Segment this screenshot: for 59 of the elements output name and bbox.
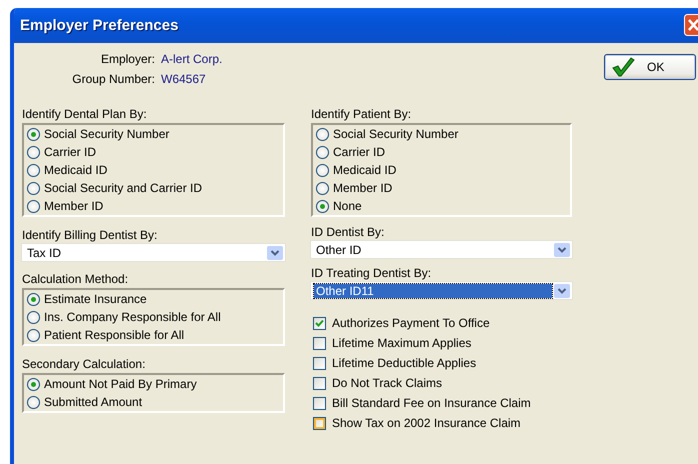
- radio-label[interactable]: Medicaid ID: [44, 163, 108, 177]
- radio-button[interactable]: [316, 164, 329, 176]
- radio-label[interactable]: Estimate Insurance: [44, 292, 147, 306]
- checkmark-icon: [611, 57, 635, 77]
- checkbox-label[interactable]: Lifetime Deductible Applies: [332, 356, 476, 370]
- radio-label[interactable]: Carrier ID: [44, 145, 96, 159]
- radio-button[interactable]: [316, 146, 329, 158]
- checkbox-label[interactable]: Bill Standard Fee on Insurance Claim: [332, 396, 531, 410]
- checkbox-label[interactable]: Authorizes Payment To Office: [332, 316, 490, 330]
- group-label: Identify Dental Plan By:: [22, 107, 148, 122]
- radio-label[interactable]: Member ID: [333, 181, 392, 195]
- window-title: Employer Preferences: [19, 17, 178, 34]
- dropdown[interactable]: Other ID: [311, 241, 572, 258]
- radio-label[interactable]: None: [333, 199, 362, 213]
- radio-label[interactable]: Amount Not Paid By Primary: [44, 377, 197, 391]
- radio-button[interactable]: [27, 164, 40, 176]
- radio-label[interactable]: Submitted Amount: [44, 395, 142, 409]
- radio-button[interactable]: [316, 182, 329, 194]
- checkbox-label[interactable]: Show Tax on 2002 Insurance Claim: [332, 416, 521, 430]
- radio-label[interactable]: Carrier ID: [333, 145, 386, 159]
- dropdown[interactable]: Tax ID: [22, 244, 285, 261]
- field-label: Group Number:: [71, 72, 155, 86]
- radio-button[interactable]: [27, 310, 40, 324]
- checkbox-label[interactable]: Do Not Track Claims: [332, 376, 442, 390]
- ok-button[interactable]: OK: [604, 54, 696, 80]
- dropdown-label: ID Dentist By:: [311, 225, 386, 240]
- radio-button[interactable]: [27, 396, 40, 408]
- radio-button[interactable]: [27, 378, 40, 390]
- checkbox[interactable]: [313, 356, 326, 370]
- radio-label[interactable]: Social Security Number: [333, 127, 458, 141]
- radio-button[interactable]: [316, 128, 329, 140]
- checkbox[interactable]: [313, 316, 326, 330]
- radio-label[interactable]: Patient Responsible for All: [44, 328, 184, 342]
- group-label: Calculation Method:: [22, 272, 130, 287]
- checkbox[interactable]: [313, 396, 326, 410]
- group-label: Secondary Calculation:: [22, 357, 146, 372]
- radio-button[interactable]: [316, 200, 329, 212]
- radio-label[interactable]: Medicaid ID: [333, 163, 396, 177]
- checkbox[interactable]: [313, 376, 326, 390]
- dropdown-label: ID Treating Dentist By:: [311, 266, 432, 281]
- radio-button[interactable]: [27, 292, 40, 306]
- radio-button[interactable]: [27, 128, 40, 140]
- radio-label[interactable]: Ins. Company Responsible for All: [44, 310, 221, 324]
- field-value: A-lert Corp.: [161, 52, 224, 66]
- radio-button[interactable]: [27, 200, 40, 212]
- radio-button[interactable]: [27, 182, 40, 194]
- dropdown-label: Identify Billing Dentist By:: [22, 228, 158, 243]
- checkbox[interactable]: [313, 336, 326, 350]
- field-value: W64567: [161, 72, 207, 86]
- checkbox-label[interactable]: Lifetime Maximum Applies: [332, 336, 472, 350]
- close-icon[interactable]: [684, 14, 698, 36]
- dropdown[interactable]: Other ID11: [311, 282, 572, 299]
- radio-label[interactable]: Member ID: [44, 199, 104, 213]
- radio-label[interactable]: Social Security Number: [44, 127, 170, 141]
- field-label: Employer:: [100, 52, 155, 66]
- group-label: Identify Patient By:: [311, 107, 412, 122]
- radio-button[interactable]: [27, 146, 40, 158]
- radio-label[interactable]: Social Security and Carrier ID: [44, 181, 202, 195]
- radio-button[interactable]: [27, 328, 40, 342]
